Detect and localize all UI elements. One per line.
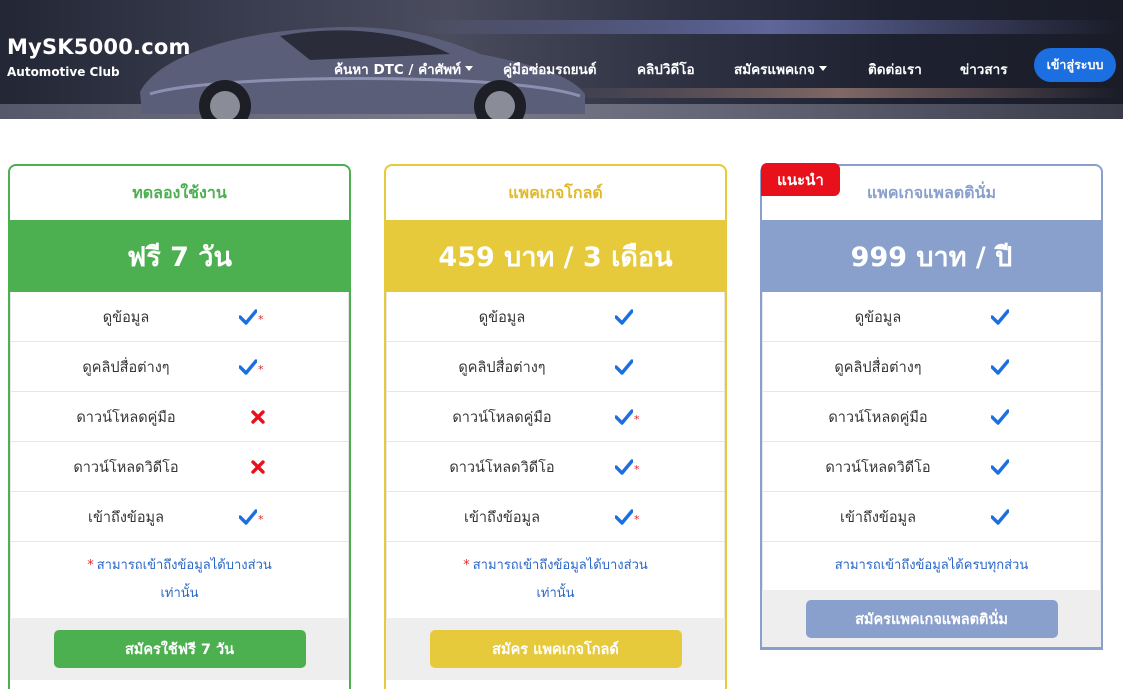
check-icon — [615, 359, 633, 375]
feature-label: ดูข้อมูล — [854, 309, 902, 326]
caret-down-icon — [465, 65, 474, 71]
cross-icon — [251, 410, 265, 424]
feature-label: ดูคลิปสื่อต่างๆ — [82, 359, 170, 376]
subscribe-gold-button[interactable]: สมัคร แพคเกจโกลด์ — [429, 630, 682, 668]
nav-item-dtc-search[interactable]: ค้นหา DTC / คำศัพท์ — [334, 58, 474, 80]
note-asterisk: * — [87, 558, 94, 573]
feature-label: ดูข้อมูล — [478, 309, 526, 326]
feature-label: เข้าถึงข้อมูล — [88, 509, 164, 526]
plan-footer: สมัครแพคเกจแพลตตินั่ม — [762, 590, 1101, 647]
feature-label: ดาวน์โหลดคู่มือ — [452, 409, 552, 426]
nav-item-contact[interactable]: ติดต่อเรา — [868, 58, 922, 80]
partial-access-asterisk: * — [634, 462, 640, 476]
nav-item-news[interactable]: ข่าวสาร — [960, 58, 1007, 80]
check-icon — [615, 509, 633, 525]
check-icon — [239, 309, 257, 325]
nav-item-packages[interactable]: สมัครแพคเกจ — [734, 58, 827, 80]
note-text: สามารถเข้าถึงข้อมูลได้บางส่วน — [96, 558, 272, 573]
feature-label: ดาวน์โหลดคู่มือ — [76, 409, 176, 426]
plan-price: 459 บาท / 3 เดือน — [386, 220, 725, 292]
feature-row: ดาวน์โหลดวิดีโอ — [762, 442, 1101, 492]
plan-title: แพคเกจโกลด์ — [508, 182, 603, 202]
feature-label: เข้าถึงข้อมูล — [464, 509, 540, 526]
feature-row: ดาวน์โหลดคู่มือ — [762, 392, 1101, 442]
feature-label: ดาวน์โหลดวิดีโอ — [825, 459, 931, 476]
plan-title: ทดลองใช้งาน — [132, 182, 227, 202]
feature-row: ดูคลิปสื่อต่างๆ — [762, 342, 1101, 392]
note-text: เท่านั้น — [536, 586, 575, 601]
feature-row: ดูคลิปสื่อต่างๆ * — [10, 342, 349, 392]
site-logo-subtitle: Automotive Club — [7, 65, 120, 79]
nav-item-label: ข่าวสาร — [960, 62, 1008, 78]
feature-label: เข้าถึงข้อมูล — [840, 509, 916, 526]
feature-label: ดาวน์โหลดคู่มือ — [828, 409, 928, 426]
cross-icon — [251, 460, 265, 474]
feature-label: ดูข้อมูล — [102, 309, 150, 326]
site-header: MySK5000.com Automotive Club ค้นหา DTC /… — [0, 0, 1123, 119]
subscribe-platinum-button[interactable]: สมัครแพคเกจแพลตตินั่ม — [805, 600, 1058, 638]
caret-down-icon — [818, 65, 827, 71]
nav-item-video-clips[interactable]: คลิปวิดีโอ — [637, 58, 695, 80]
check-icon — [615, 309, 633, 325]
plan-card-trial: ทดลองใช้งาน ฟรี 7 วัน ดูข้อมูล * ดูคลิปส… — [8, 164, 351, 689]
check-icon — [991, 509, 1009, 525]
check-icon — [239, 509, 257, 525]
plan-note: * สามารถเข้าถึงข้อมูลได้บางส่วน เท่านั้น — [10, 542, 349, 618]
check-icon — [239, 359, 257, 375]
plan-card-platinum: แพคเกจแพลตตินั่ม 999 บาท / ปี ดูข้อมูล ด… — [760, 164, 1103, 650]
brand[interactable]: MySK5000.com Automotive Club — [7, 35, 191, 79]
check-icon — [991, 309, 1009, 325]
nav-item-repair-manual[interactable]: คู่มือซ่อมรถยนต์ — [503, 58, 597, 80]
plan-footer: สมัครใช้ฟรี 7 วัน — [10, 618, 349, 680]
partial-access-asterisk: * — [258, 362, 264, 376]
feature-row: เข้าถึงข้อมูล — [762, 492, 1101, 542]
check-icon — [615, 409, 633, 425]
partial-access-asterisk: * — [634, 512, 640, 526]
note-text: สามารถเข้าถึงข้อมูลได้บางส่วน — [472, 558, 648, 573]
partial-access-asterisk: * — [258, 312, 264, 326]
feature-row: ดาวน์โหลดคู่มือ — [10, 392, 349, 442]
subscribe-trial-button[interactable]: สมัครใช้ฟรี 7 วัน — [53, 630, 306, 668]
feature-row: ดาวน์โหลดวิดีโอ — [10, 442, 349, 492]
background-light-streak — [560, 88, 1120, 98]
plan-note: สามารถเข้าถึงข้อมูลได้ครบทุกส่วน — [762, 542, 1101, 590]
feature-label: ดูคลิปสื่อต่างๆ — [458, 359, 546, 376]
check-icon — [991, 459, 1009, 475]
nav-item-label: สมัครแพคเกจ — [734, 62, 815, 78]
plan-footer: สมัคร แพคเกจโกลด์ — [386, 618, 725, 680]
login-button[interactable]: เข้าสู่ระบบ — [1034, 48, 1116, 82]
check-icon — [991, 359, 1009, 375]
feature-row: เข้าถึงข้อมูล * — [386, 492, 725, 542]
feature-row: ดูข้อมูล — [386, 292, 725, 342]
site-logo-title[interactable]: MySK5000.com — [7, 35, 191, 59]
nav-item-label: คู่มือซ่อมรถยนต์ — [503, 62, 597, 78]
feature-row: ดาวน์โหลดวิดีโอ * — [386, 442, 725, 492]
check-icon — [615, 459, 633, 475]
note-asterisk: * — [463, 558, 470, 573]
note-text: เท่านั้น — [160, 586, 199, 601]
partial-access-asterisk: * — [258, 512, 264, 526]
note-text: สามารถเข้าถึงข้อมูลได้ครบทุกส่วน — [834, 558, 1029, 573]
nav-item-label: ติดต่อเรา — [868, 62, 922, 78]
plan-card-gold: แพคเกจโกลด์ 459 บาท / 3 เดือน ดูข้อมูล ด… — [384, 164, 727, 689]
feature-row: ดูคลิปสื่อต่างๆ — [386, 342, 725, 392]
feature-label: ดาวน์โหลดวิดีโอ — [73, 459, 179, 476]
feature-row: ดูข้อมูล — [762, 292, 1101, 342]
plan-note: * สามารถเข้าถึงข้อมูลได้บางส่วน เท่านั้น — [386, 542, 725, 618]
feature-label: ดูคลิปสื่อต่างๆ — [834, 359, 922, 376]
check-icon — [991, 409, 1009, 425]
plan-price: 999 บาท / ปี — [762, 220, 1101, 292]
partial-access-asterisk: * — [634, 412, 640, 426]
feature-row: เข้าถึงข้อมูล * — [10, 492, 349, 542]
recommended-badge: แนะนำ — [761, 163, 840, 196]
feature-label: ดาวน์โหลดวิดีโอ — [449, 459, 555, 476]
nav-item-label: คลิปวิดีโอ — [637, 62, 695, 78]
feature-row: ดาวน์โหลดคู่มือ * — [386, 392, 725, 442]
feature-row: ดูข้อมูล * — [10, 292, 349, 342]
nav-item-label: ค้นหา DTC / คำศัพท์ — [334, 62, 462, 78]
plan-price: ฟรี 7 วัน — [10, 220, 349, 292]
